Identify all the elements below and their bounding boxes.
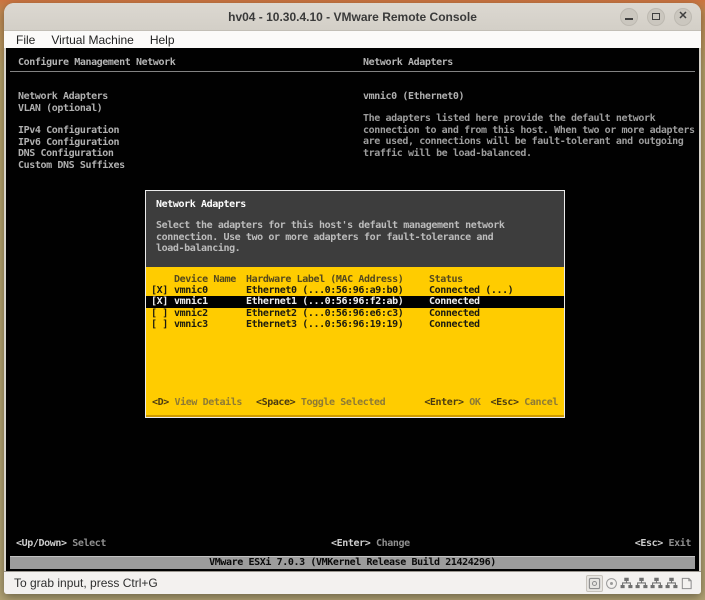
- close-button[interactable]: ✕: [674, 8, 692, 26]
- maximize-icon: [652, 13, 660, 20]
- dcui-right-header: Network Adapters: [363, 57, 453, 69]
- adapter-description-line: are used, connections will be fault-tole…: [363, 136, 697, 148]
- status-value: Connected: [429, 296, 564, 307]
- menubar: File Virtual Machine Help: [4, 31, 701, 48]
- dcui-menu-vlan[interactable]: VLAN (optional): [18, 103, 125, 115]
- key-esc: <Esc>: [491, 397, 519, 408]
- network-adapter-4-icon[interactable]: [665, 577, 678, 590]
- status-value: Connected: [429, 319, 564, 330]
- minimize-icon: [625, 18, 633, 20]
- maximize-button[interactable]: [647, 8, 665, 26]
- hardware-label: Ethernet0 (...0:56:96:a9:b0): [246, 285, 429, 296]
- window-title: hv04 - 10.30.4.10 - VMware Remote Consol…: [4, 10, 701, 24]
- hardware-label: Ethernet3 (...0:56:96:19:19): [246, 319, 429, 330]
- table-row-vmnic3[interactable]: [ ]vmnic3 Ethernet3 (...0:56:96:19:19) C…: [146, 319, 564, 330]
- table-row-vmnic1-selected[interactable]: [X]vmnic1 Ethernet1 (...0:56:96:f2:ab) C…: [146, 296, 564, 307]
- network-adapter-3-icon[interactable]: [650, 577, 663, 590]
- dialog-body-line: load-balancing.: [156, 243, 504, 255]
- key-enter-label: Change: [376, 538, 410, 549]
- console-viewport[interactable]: Configure Management Network Network Ada…: [6, 48, 699, 571]
- adapter-summary: vmnic0 (Ethernet0): [363, 91, 697, 103]
- device-name: vmnic2: [174, 308, 208, 319]
- dcui-menu: Network Adapters VLAN (optional) IPv4 Co…: [18, 91, 125, 171]
- adapter-table: Device Name Hardware Label (MAC Address)…: [146, 267, 564, 330]
- dcui-menu-custom-dns-suffixes[interactable]: Custom DNS Suffixes: [18, 160, 125, 172]
- adapter-description-line: traffic will be load-balanced.: [363, 148, 697, 160]
- dialog-title: Network Adapters: [156, 199, 246, 211]
- dcui-menu-ipv4[interactable]: IPv4 Configuration: [18, 125, 125, 137]
- dialog-body: Select the adapters for this host's defa…: [156, 220, 504, 255]
- network-adapters-dialog: Network Adapters Select the adapters for…: [145, 190, 565, 418]
- header-hardware-label: Hardware Label (MAC Address): [246, 274, 429, 285]
- key-space: <Space>: [256, 397, 295, 408]
- menu-file[interactable]: File: [8, 31, 43, 48]
- dcui-menu-network-adapters[interactable]: Network Adapters: [18, 91, 125, 103]
- checkbox-vmnic2[interactable]: [ ]: [151, 308, 174, 319]
- dcui-left-header: Configure Management Network: [18, 57, 175, 69]
- close-icon: ✕: [678, 11, 687, 22]
- dcui-detail-pane: vmnic0 (Ethernet0) The adapters listed h…: [363, 91, 697, 159]
- key-esc-label: Exit: [669, 538, 691, 549]
- header-status: Status: [429, 274, 564, 285]
- dcui-header-rule: [10, 71, 695, 72]
- titlebar[interactable]: hv04 - 10.30.4.10 - VMware Remote Consol…: [4, 3, 701, 31]
- vmrc-window: hv04 - 10.30.4.10 - VMware Remote Consol…: [4, 3, 701, 594]
- esxi-version-bar: VMware ESXi 7.0.3 (VMKernel Release Buil…: [10, 556, 695, 569]
- checkbox-vmnic3[interactable]: [ ]: [151, 319, 174, 330]
- table-row-vmnic0[interactable]: [X]vmnic0 Ethernet0 (...0:56:96:a9:b0) C…: [146, 285, 564, 296]
- hard-disk-icon: [588, 577, 601, 590]
- network-adapter-1-icon[interactable]: [620, 577, 633, 590]
- key-esc: <Esc>: [635, 538, 663, 549]
- key-space-label: Toggle Selected: [301, 397, 385, 408]
- dcui-menu-ipv6[interactable]: IPv6 Configuration: [18, 137, 125, 149]
- dialog-key-hints: <D> View Details <Space> Toggle Selected…: [152, 397, 558, 409]
- dialog-body-line: Select the adapters for this host's defa…: [156, 220, 504, 232]
- dcui-key-hints: <Up/Down> Select <Enter> Change <Esc> Ex…: [16, 538, 691, 550]
- menu-help[interactable]: Help: [142, 31, 183, 48]
- key-updown: <Up/Down>: [16, 538, 67, 549]
- grab-input-hint: To grab input, press Ctrl+G: [14, 576, 158, 590]
- key-updown-label: Select: [72, 538, 106, 549]
- checkbox-vmnic1[interactable]: [X]: [151, 296, 174, 307]
- table-row-vmnic2[interactable]: [ ]vmnic2 Ethernet2 (...0:56:96:e6:c3) C…: [146, 308, 564, 319]
- network-adapter-2-icon[interactable]: [635, 577, 648, 590]
- key-enter: <Enter>: [331, 538, 370, 549]
- device-name: vmnic0: [174, 285, 208, 296]
- key-d: <D>: [152, 397, 169, 408]
- key-enter: <Enter>: [424, 397, 463, 408]
- vmrc-status-bar: To grab input, press Ctrl+G: [4, 571, 701, 594]
- minimize-button[interactable]: [620, 8, 638, 26]
- adapter-description-line: connection to and from this host. When t…: [363, 125, 697, 137]
- menu-virtual-machine[interactable]: Virtual Machine: [43, 31, 142, 48]
- adapter-table-panel: Device Name Hardware Label (MAC Address)…: [146, 267, 564, 417]
- key-esc-label: Cancel: [524, 397, 558, 408]
- adapter-description-line: The adapters listed here provide the def…: [363, 113, 697, 125]
- key-d-label: View Details: [175, 397, 242, 408]
- cd-rom-icon[interactable]: [605, 577, 618, 590]
- message-log-icon[interactable]: [680, 577, 693, 590]
- dialog-body-line: connection. Use two or more adapters for…: [156, 232, 504, 244]
- hard-disk-device-button[interactable]: [586, 575, 603, 592]
- key-enter-label: OK: [469, 397, 480, 408]
- device-name: vmnic3: [174, 319, 208, 330]
- dcui-menu-dns[interactable]: DNS Configuration: [18, 148, 125, 160]
- status-value: Connected: [429, 308, 564, 319]
- table-header-row: Device Name Hardware Label (MAC Address)…: [146, 274, 564, 285]
- checkbox-vmnic0[interactable]: [X]: [151, 285, 174, 296]
- status-value: Connected (...): [429, 285, 564, 296]
- hardware-label: Ethernet2 (...0:56:96:e6:c3): [246, 308, 429, 319]
- header-device-name: Device Name: [151, 274, 246, 285]
- hardware-label: Ethernet1 (...0:56:96:f2:ab): [246, 296, 429, 307]
- device-name: vmnic1: [174, 296, 208, 307]
